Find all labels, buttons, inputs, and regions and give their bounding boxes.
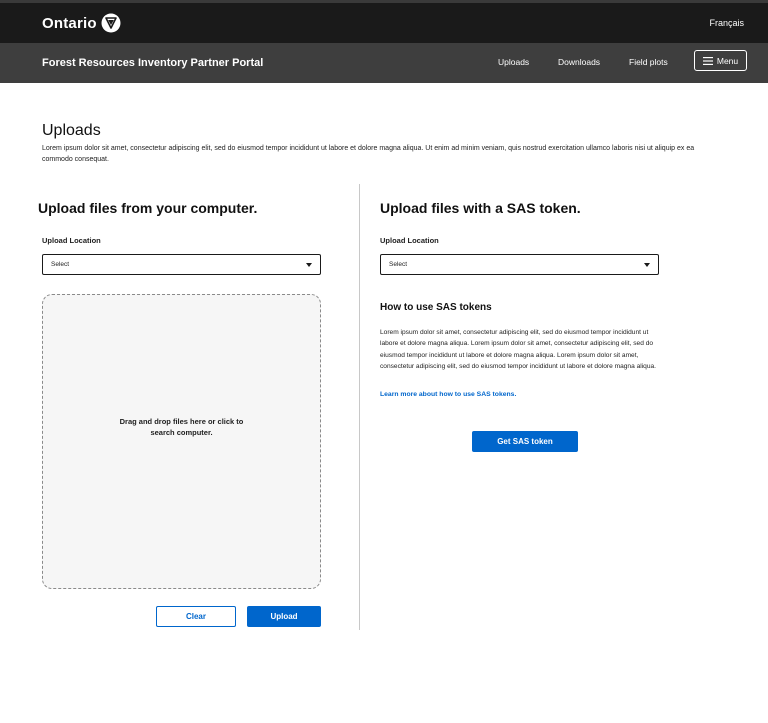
menu-button[interactable]: Menu xyxy=(694,50,747,71)
top-bar: Ontario Français xyxy=(0,0,768,43)
portal-nav-bar: Forest Resources Inventory Partner Porta… xyxy=(0,43,768,83)
sas-learn-more-link[interactable]: Learn more about how to use SAS tokens. xyxy=(380,391,516,398)
select-value: Select xyxy=(51,261,70,268)
upload-location-label: Upload Location xyxy=(42,236,101,245)
sas-howto-body: Lorem ipsum dolor sit amet, consectetur … xyxy=(380,329,657,370)
nav-item-field-plots[interactable]: Field plots xyxy=(629,57,668,67)
get-sas-token-button[interactable]: Get SAS token xyxy=(472,431,578,452)
nav-item-uploads[interactable]: Uploads xyxy=(498,57,529,67)
hamburger-icon xyxy=(702,56,713,65)
caret-down-icon xyxy=(644,263,650,267)
computer-upload-heading: Upload files from your computer. xyxy=(38,200,258,216)
clear-button[interactable]: Clear xyxy=(156,606,236,627)
page-intro: Lorem ipsum dolor sit amet, consectetur … xyxy=(42,145,695,163)
nav-item-downloads[interactable]: Downloads xyxy=(558,57,600,67)
ontario-logo[interactable]: Ontario xyxy=(42,13,121,33)
select-value: Select xyxy=(389,261,408,268)
caret-down-icon xyxy=(306,263,312,267)
sas-upload-location-select[interactable]: Select xyxy=(380,254,659,275)
sas-upload-heading: Upload files with a SAS token. xyxy=(380,200,581,216)
dropzone-instructions: Drag and drop files here or click to sea… xyxy=(119,417,244,437)
file-dropzone[interactable]: Drag and drop files here or click to sea… xyxy=(42,294,321,589)
sas-upload-location-label: Upload Location xyxy=(380,236,439,245)
menu-button-label: Menu xyxy=(716,55,739,66)
language-toggle-link[interactable]: Français xyxy=(709,18,744,28)
column-divider xyxy=(359,184,360,630)
sas-howto-heading: How to use SAS tokens xyxy=(380,302,492,313)
page-title: Uploads xyxy=(42,122,101,139)
upload-button[interactable]: Upload xyxy=(247,606,321,627)
ontario-trillium-icon xyxy=(101,13,121,33)
upload-location-select[interactable]: Select xyxy=(42,254,321,275)
brand-name: Ontario xyxy=(42,14,97,32)
portal-title[interactable]: Forest Resources Inventory Partner Porta… xyxy=(42,57,263,69)
